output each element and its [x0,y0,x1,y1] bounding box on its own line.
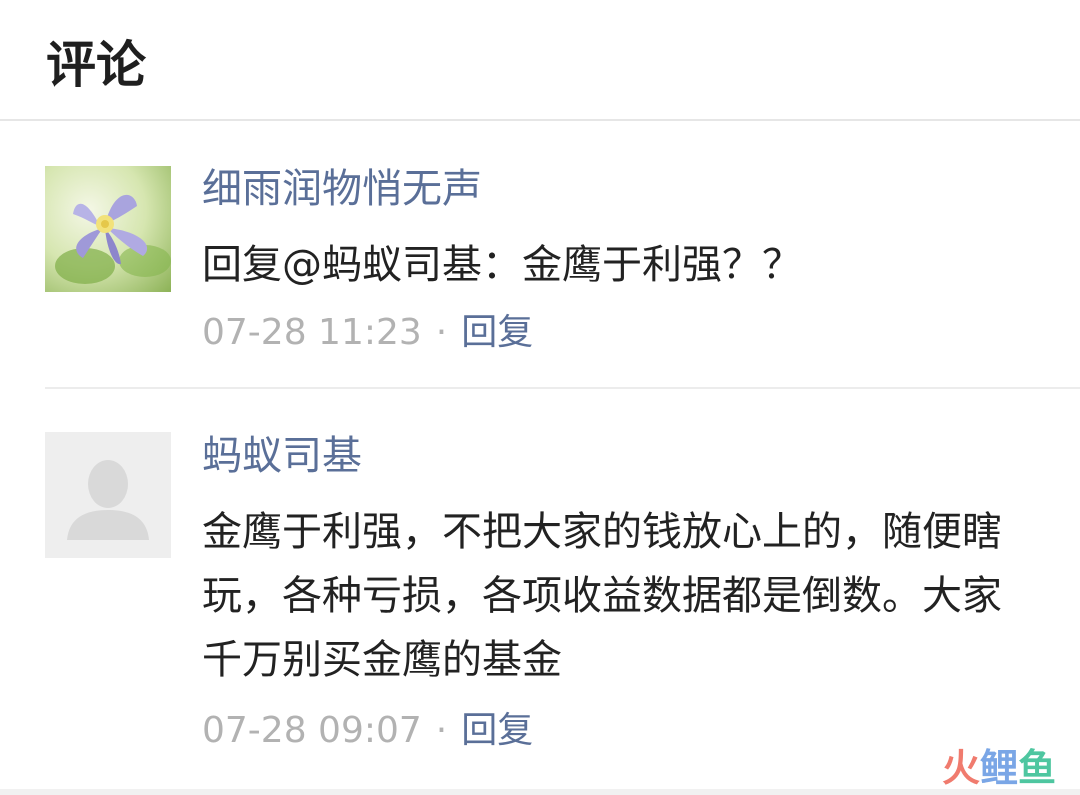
reply-button[interactable]: 回复 [461,710,533,751]
comments-header: 评论 [0,0,1080,121]
comments-page: 评论 细雨润物悄无声 回复@蚂蚁司基：金鹰于利强？？ 07-28 11:23 ·… [0,0,1080,795]
flower-avatar-icon [45,166,171,292]
comment-nickname[interactable]: 蚂蚁司基 [202,430,362,482]
comment-time: 07-28 09:07 [202,710,422,751]
comment-nickname[interactable]: 细雨润物悄无声 [202,163,482,215]
default-user-avatar-icon [45,432,171,558]
comment-meta: 07-28 09:07 · 回复 [202,707,533,755]
avatar[interactable] [45,432,171,558]
page-title: 评论 [46,36,146,94]
meta-separator: · [435,312,448,353]
watermark-char: 鲤 [979,746,1018,790]
watermark-char: 鱼 [1017,746,1056,790]
bottom-edge [0,789,1080,795]
reply-button[interactable]: 回复 [461,312,533,353]
comment-content: 回复@蚂蚁司基：金鹰于利强？？ [202,242,802,288]
watermark-char: 火 [941,746,980,790]
watermark-logo: 火鲤鱼 [942,745,1056,791]
avatar[interactable] [45,166,171,292]
comment-time: 07-28 11:23 [202,312,422,353]
meta-separator: · [435,710,448,751]
comment-meta: 07-28 11:23 · 回复 [202,309,533,357]
comment-content: 金鹰于利强，不把大家的钱放心上的，随便瞎玩，各种亏损，各项收益数据都是倒数。大家… [202,509,1002,683]
comment-divider [45,387,1080,389]
